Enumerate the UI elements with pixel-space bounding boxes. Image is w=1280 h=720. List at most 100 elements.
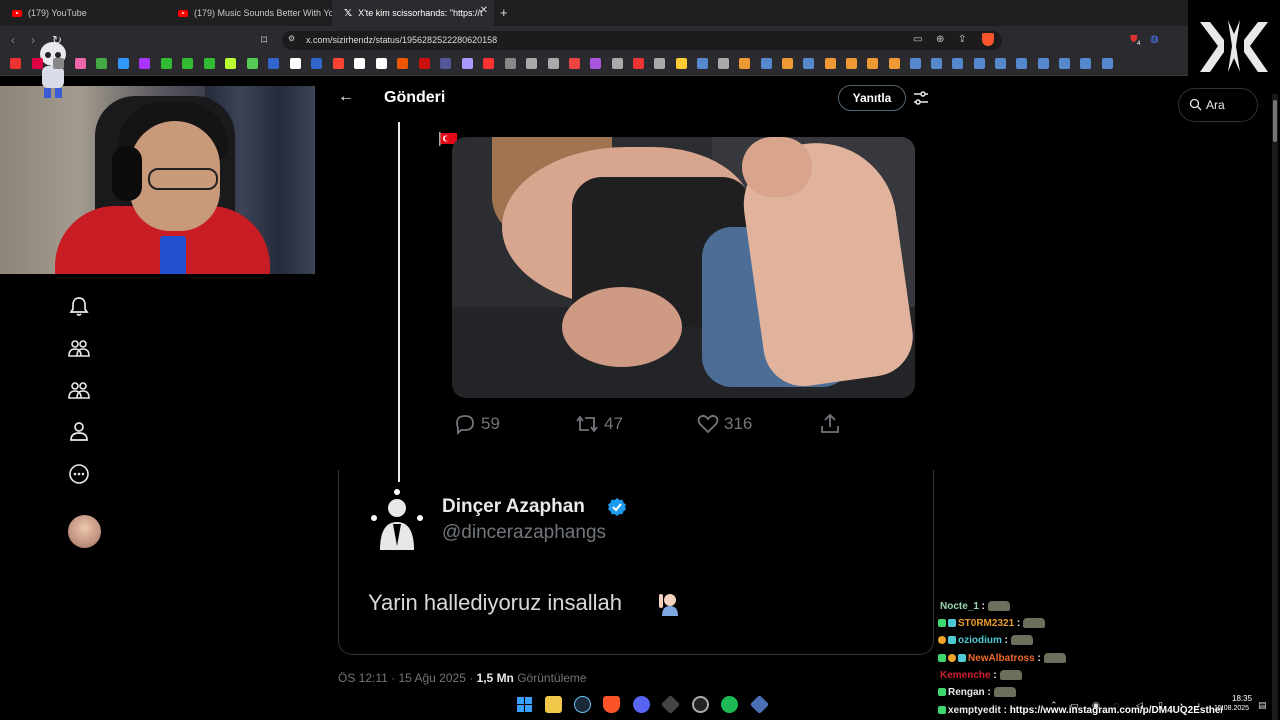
clock-time[interactable]: 18:35 [1232, 694, 1252, 703]
wifi-icon[interactable]: ◔ [1178, 700, 1183, 710]
bookmark-favicon-icon[interactable] [74, 58, 86, 69]
tray-app-icon[interactable]: ▭ [1070, 700, 1079, 711]
filter-icon[interactable] [913, 90, 929, 106]
bookmark-favicon-icon[interactable] [739, 58, 751, 69]
brave-shield-icon[interactable] [982, 33, 994, 46]
bookmark-favicon-icon[interactable] [909, 58, 921, 69]
quoted-tweet-card[interactable] [338, 470, 934, 655]
bookmark-favicon-icon[interactable] [782, 58, 793, 69]
tray-app-icon[interactable]: ◉ [1092, 700, 1100, 711]
bookmark-favicon-icon[interactable] [888, 58, 900, 69]
bookmark-favicon-icon[interactable] [483, 58, 494, 69]
cast-icon[interactable]: ▭ [913, 34, 922, 45]
back-icon[interactable]: ‹ [11, 33, 15, 47]
tab-music-sounds[interactable]: (179) Music Sounds Better With You [166, 0, 332, 26]
bookmark-favicon-icon[interactable] [654, 58, 666, 69]
notifications-icon[interactable] [68, 295, 90, 317]
bookmark-favicon-icon[interactable] [375, 58, 387, 69]
bookmark-favicon-icon[interactable] [632, 58, 644, 69]
bookmark-favicon-icon[interactable] [53, 58, 64, 69]
site-settings-icon[interactable]: ⚙ [288, 34, 295, 43]
bookmark-favicon-icon[interactable] [31, 58, 43, 69]
tweet-media-image[interactable] [452, 137, 915, 398]
bookmark-favicon-icon[interactable] [824, 58, 836, 69]
reply-action[interactable]: 59 [453, 412, 500, 436]
quote-author-handle[interactable]: @dincerazaphangs [442, 522, 606, 544]
account-avatar[interactable] [68, 515, 101, 548]
bookmark-favicon-icon[interactable] [289, 58, 301, 69]
bookmark-favicon-icon[interactable] [845, 58, 857, 69]
extension-icon[interactable]: ◍ [1150, 34, 1159, 45]
discord-icon[interactable] [633, 696, 650, 713]
tab-youtube[interactable]: (179) YouTube [0, 0, 166, 26]
back-arrow-icon[interactable]: ← [338, 88, 354, 106]
zoom-icon[interactable]: ⊕ [936, 34, 944, 45]
reply-button[interactable]: Yanıtla [838, 85, 906, 111]
steam-icon[interactable] [574, 696, 591, 713]
bookmark-favicon-icon[interactable] [504, 58, 516, 69]
file-explorer-icon[interactable] [545, 696, 562, 713]
more-icon[interactable] [68, 463, 90, 485]
bookmark-favicon-icon[interactable] [526, 58, 537, 69]
bookmark-favicon-icon[interactable] [1037, 58, 1049, 69]
bookmark-favicon-icon[interactable] [461, 58, 473, 69]
bookmark-favicon-icon[interactable] [440, 58, 451, 69]
bookmark-favicon-icon[interactable] [354, 58, 365, 69]
bookmark-favicon-icon[interactable] [10, 58, 21, 69]
premium-icon[interactable] [68, 379, 90, 401]
speaker-icon[interactable]: ♪ [1196, 700, 1201, 710]
bookmark-favicon-icon[interactable] [973, 58, 985, 69]
bookmark-favicon-icon[interactable] [96, 58, 107, 69]
post-timestamp[interactable]: ÖS 12:11 · 15 Ağu 2025 · [338, 671, 477, 685]
bookmark-favicon-icon[interactable] [1101, 58, 1113, 69]
scrollbar-track[interactable] [1272, 94, 1278, 720]
bookmark-favicon-icon[interactable] [995, 58, 1006, 69]
bookmark-favicon-icon[interactable] [203, 58, 215, 69]
bookmark-favicon-icon[interactable] [590, 58, 602, 69]
communities-icon[interactable] [68, 337, 90, 359]
scrollbar-thumb[interactable] [1273, 100, 1277, 142]
bookmark-favicon-icon[interactable] [332, 58, 344, 69]
new-tab-button[interactable]: + [500, 5, 508, 20]
share-action[interactable] [818, 412, 842, 436]
tab-x-post[interactable]: 𝕏 X'te kim scissorhands: "https://t ✕ [332, 0, 494, 26]
bookmark-favicon-icon[interactable] [1058, 58, 1070, 69]
bookmark-favicon-icon[interactable] [246, 58, 258, 69]
bookmark-favicon-icon[interactable] [547, 58, 559, 69]
brave-browser-icon[interactable] [603, 696, 620, 713]
bookmark-favicon-icon[interactable] [160, 58, 172, 69]
quote-author-name[interactable]: Dinçer Azaphan [442, 496, 585, 518]
bookmark-favicon-icon[interactable] [931, 58, 943, 69]
bookmark-favicon-icon[interactable] [760, 58, 772, 69]
close-tab-icon[interactable]: ✕ [480, 5, 488, 16]
clock-date[interactable]: 15.08.2025 [1214, 705, 1249, 712]
tray-steam-icon[interactable]: ◌ [1114, 700, 1119, 710]
bookmark-icon[interactable]: ⌑ [261, 33, 267, 47]
bookmark-favicon-icon[interactable] [139, 58, 150, 69]
obs-icon[interactable] [692, 696, 709, 713]
share-icon[interactable]: ⇪ [958, 34, 966, 45]
bookmark-favicon-icon[interactable] [397, 58, 408, 69]
url-text[interactable]: x.com/sizirhendz/status/1956282522280620… [306, 35, 497, 45]
profile-icon[interactable] [68, 420, 90, 442]
bookmark-favicon-icon[interactable] [675, 58, 687, 69]
bookmark-favicon-icon[interactable] [311, 58, 322, 69]
bookmark-favicon-icon[interactable] [718, 58, 730, 69]
battery-icon[interactable]: ▯ [1158, 700, 1163, 711]
bookmark-favicon-icon[interactable] [1080, 58, 1092, 69]
quote-author-avatar[interactable] [368, 488, 426, 550]
repost-action[interactable]: 47 [574, 412, 623, 436]
bookmark-favicon-icon[interactable] [611, 58, 623, 69]
bookmark-favicon-icon[interactable] [1016, 58, 1028, 69]
spotify-icon[interactable] [721, 696, 738, 713]
bookmark-favicon-icon[interactable] [803, 58, 815, 69]
bookmark-favicon-icon[interactable] [867, 58, 879, 69]
like-action[interactable]: 316 [696, 412, 752, 436]
bookmark-favicon-icon[interactable] [268, 58, 279, 69]
notification-center-icon[interactable]: ▤ [1258, 700, 1267, 711]
windows-start-icon[interactable] [516, 696, 533, 713]
tray-chevron-icon[interactable]: ⌃ [1050, 700, 1058, 711]
bookmark-favicon-icon[interactable] [117, 58, 129, 69]
bookmark-favicon-icon[interactable] [182, 58, 193, 69]
bookmark-favicon-icon[interactable] [418, 58, 430, 69]
